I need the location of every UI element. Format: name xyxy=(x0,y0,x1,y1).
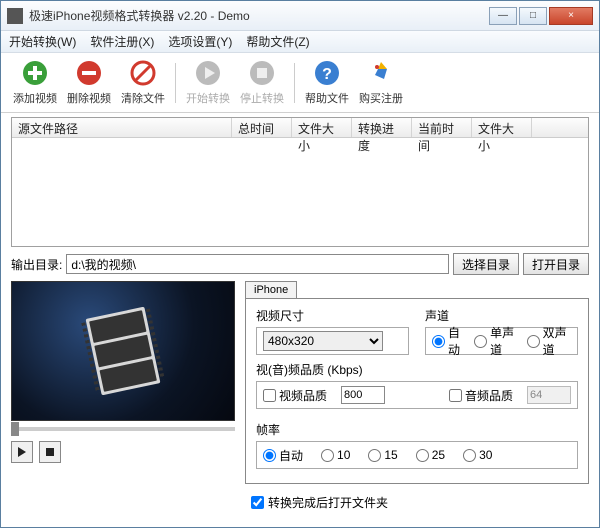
playback-controls xyxy=(11,441,235,463)
menu-options[interactable]: 选项设置(Y) xyxy=(168,33,232,50)
start-label: 开始转换 xyxy=(186,90,230,106)
window-buttons: — □ × xyxy=(489,7,593,25)
buy-icon xyxy=(367,59,395,87)
stop-label: 停止转换 xyxy=(240,90,284,106)
fps-auto-radio[interactable]: 自动 xyxy=(263,447,303,464)
video-size-select[interactable]: 480x320 xyxy=(263,331,383,351)
stop-convert-button[interactable]: 停止转换 xyxy=(236,57,288,109)
channel-group: 声道 自动 单声道 双声道 xyxy=(425,307,578,355)
buy-label: 购买注册 xyxy=(359,90,403,106)
toolbar-separator xyxy=(294,63,295,103)
channel-auto-radio[interactable]: 自动 xyxy=(432,324,466,358)
fps-15-radio[interactable]: 15 xyxy=(368,448,397,462)
minimize-button[interactable]: — xyxy=(489,7,517,25)
col-source-path[interactable]: 源文件路径 xyxy=(12,118,232,137)
stop-icon xyxy=(248,59,276,87)
channel-mono-radio[interactable]: 单声道 xyxy=(474,324,518,358)
settings-body: 视频尺寸 480x320 声道 自动 单声道 xyxy=(245,298,589,484)
svg-text:?: ? xyxy=(322,66,332,83)
titlebar[interactable]: 极速iPhone视频格式转换器 v2.20 - Demo — □ × xyxy=(1,1,599,31)
col-total-time[interactable]: 总时间 xyxy=(232,118,292,137)
video-quality-check[interactable]: 视频品质 xyxy=(263,387,327,404)
output-label: 输出目录: xyxy=(11,256,62,273)
settings-panel: iPhone 视频尺寸 480x320 声 xyxy=(245,281,589,484)
play-button[interactable] xyxy=(11,441,33,463)
clear-icon xyxy=(129,59,157,87)
file-table[interactable]: 源文件路径 总时间 文件大小 转换进度 当前时间 文件大小 xyxy=(11,117,589,247)
open-folder-after-label: 转换完成后打开文件夹 xyxy=(268,494,388,511)
tab-iphone[interactable]: iPhone xyxy=(245,281,297,298)
table-header: 源文件路径 总时间 文件大小 转换进度 当前时间 文件大小 xyxy=(12,118,588,138)
start-convert-button[interactable]: 开始转换 xyxy=(182,57,234,109)
seek-row xyxy=(11,427,235,431)
fps-25-radio[interactable]: 25 xyxy=(416,448,445,462)
app-icon xyxy=(7,8,23,24)
remove-label: 删除视频 xyxy=(67,90,111,106)
quality-label: 视(音)频品质 (Kbps) xyxy=(256,361,578,378)
col-file-size2[interactable]: 文件大小 xyxy=(472,118,532,137)
filmstrip-icon xyxy=(86,307,161,396)
preview-image xyxy=(11,281,235,421)
add-video-button[interactable]: 添加视频 xyxy=(9,57,61,109)
content-area: 源文件路径 总时间 文件大小 转换进度 当前时间 文件大小 输出目录: 选择目录… xyxy=(1,113,599,527)
browse-folder-button[interactable]: 选择目录 xyxy=(453,253,519,275)
buy-register-button[interactable]: 购买注册 xyxy=(355,57,407,109)
video-size-label: 视频尺寸 xyxy=(256,307,409,324)
close-button[interactable]: × xyxy=(549,7,593,25)
toolbar-separator xyxy=(175,63,176,103)
add-icon xyxy=(21,59,49,87)
toolbar: 添加视频 删除视频 清除文件 开始转换 停止转换 ? 帮助文件 购买注册 xyxy=(1,53,599,113)
help-file-button[interactable]: ? 帮助文件 xyxy=(301,57,353,109)
quality-group: 视(音)频品质 (Kbps) 视频品质 音频品质 xyxy=(256,361,578,415)
channel-stereo-radio[interactable]: 双声道 xyxy=(527,324,571,358)
col-file-size[interactable]: 文件大小 xyxy=(292,118,352,137)
audio-quality-check[interactable]: 音频品质 xyxy=(449,387,513,404)
seek-slider[interactable] xyxy=(11,427,235,431)
format-tabs: iPhone xyxy=(245,281,589,298)
video-quality-input[interactable] xyxy=(341,386,385,404)
open-folder-button[interactable]: 打开目录 xyxy=(523,253,589,275)
open-folder-after-check[interactable]: 转换完成后打开文件夹 xyxy=(251,494,589,511)
channel-label: 声道 xyxy=(425,307,578,324)
fps-30-radio[interactable]: 30 xyxy=(463,448,492,462)
remove-icon xyxy=(75,59,103,87)
stop-playback-button[interactable] xyxy=(39,441,61,463)
col-progress[interactable]: 转换进度 xyxy=(352,118,412,137)
output-path-input[interactable] xyxy=(66,254,449,274)
start-icon xyxy=(194,59,222,87)
menu-register[interactable]: 软件注册(X) xyxy=(90,33,154,50)
fps-10-radio[interactable]: 10 xyxy=(321,448,350,462)
app-window: 极速iPhone视频格式转换器 v2.20 - Demo — □ × 开始转换(… xyxy=(0,0,600,528)
help-label: 帮助文件 xyxy=(305,90,349,106)
window-title: 极速iPhone视频格式转换器 v2.20 - Demo xyxy=(29,7,489,24)
audio-quality-input[interactable] xyxy=(527,386,571,404)
output-row: 输出目录: 选择目录 打开目录 xyxy=(11,253,589,275)
menubar: 开始转换(W) 软件注册(X) 选项设置(Y) 帮助文件(Z) xyxy=(1,31,599,53)
remove-video-button[interactable]: 删除视频 xyxy=(63,57,115,109)
add-label: 添加视频 xyxy=(13,90,57,106)
video-size-group: 视频尺寸 480x320 xyxy=(256,307,409,355)
help-icon: ? xyxy=(313,59,341,87)
menu-help[interactable]: 帮助文件(Z) xyxy=(246,33,309,50)
preview-panel xyxy=(11,281,235,484)
clear-files-button[interactable]: 清除文件 xyxy=(117,57,169,109)
lower-panel: iPhone 视频尺寸 480x320 声 xyxy=(11,281,589,484)
maximize-button[interactable]: □ xyxy=(519,7,547,25)
menu-start-convert[interactable]: 开始转换(W) xyxy=(9,33,76,50)
framerate-group: 帧率 自动 10 15 25 30 xyxy=(256,421,578,475)
clear-label: 清除文件 xyxy=(121,90,165,106)
framerate-label: 帧率 xyxy=(256,421,578,438)
col-current-time[interactable]: 当前时间 xyxy=(412,118,472,137)
